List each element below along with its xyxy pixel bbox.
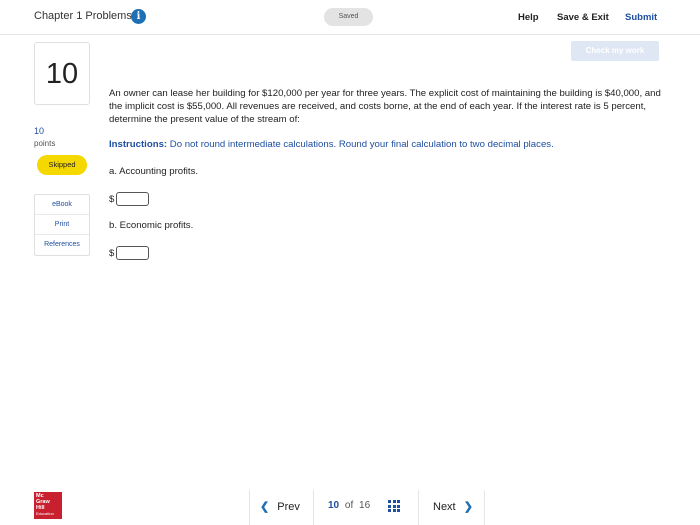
pagination: ❮ Prev 10 of 16 Next ❯ (249, 490, 485, 525)
prev-label: Prev (277, 501, 300, 513)
part-b-answer-row: $ (109, 246, 150, 260)
accounting-profits-input[interactable] (116, 192, 150, 206)
ebook-link[interactable]: eBook (35, 195, 89, 215)
next-label: Next (433, 501, 456, 513)
part-a-answer-row: $ (109, 192, 150, 206)
points-value: 10 (34, 126, 45, 136)
submit-link[interactable]: Submit (625, 12, 657, 23)
of-label: of (344, 500, 354, 511)
prev-button[interactable]: ❮ Prev (260, 500, 300, 513)
question-text: An owner can lease her building for $120… (109, 88, 661, 125)
part-b-label: b. Economic profits. (109, 220, 194, 231)
chevron-right-icon: ❯ (463, 501, 473, 513)
economic-profits-input[interactable] (116, 246, 150, 260)
currency-symbol: $ (109, 193, 115, 205)
top-header: Chapter 1 Problems i Saved Help Save & E… (0, 0, 700, 35)
instructions-label: Instructions: (109, 139, 168, 150)
instructions-text: Do not round intermediate calculations. … (167, 139, 554, 150)
status-badge: Skipped (37, 155, 87, 175)
total-pages: 16 (359, 500, 371, 511)
save-exit-link[interactable]: Save & Exit (557, 12, 609, 23)
question-grid-icon[interactable] (388, 500, 400, 512)
chapter-title: Chapter 1 Problems (34, 10, 132, 22)
current-page: 10 (328, 500, 340, 511)
next-button[interactable]: Next ❯ (433, 500, 473, 513)
resource-links: eBook Print References (34, 194, 90, 256)
info-icon[interactable]: i (131, 9, 146, 24)
part-a-label: a. Accounting profits. (109, 166, 199, 177)
page-indicator: 10 of 16 (328, 500, 370, 511)
saved-status: Saved (324, 8, 373, 26)
instructions: Instructions: Do not round intermediate … (109, 139, 664, 150)
currency-symbol: $ (109, 247, 115, 259)
mcgraw-hill-logo: Mc Graw Hill Education (34, 492, 62, 519)
chevron-left-icon: ❮ (260, 501, 270, 513)
points-label: points (34, 139, 56, 148)
check-my-work-button[interactable]: Check my work (571, 41, 659, 61)
help-link[interactable]: Help (518, 12, 539, 23)
question-number: 10 (34, 42, 90, 105)
print-link[interactable]: Print (35, 215, 89, 235)
references-link[interactable]: References (35, 235, 89, 255)
